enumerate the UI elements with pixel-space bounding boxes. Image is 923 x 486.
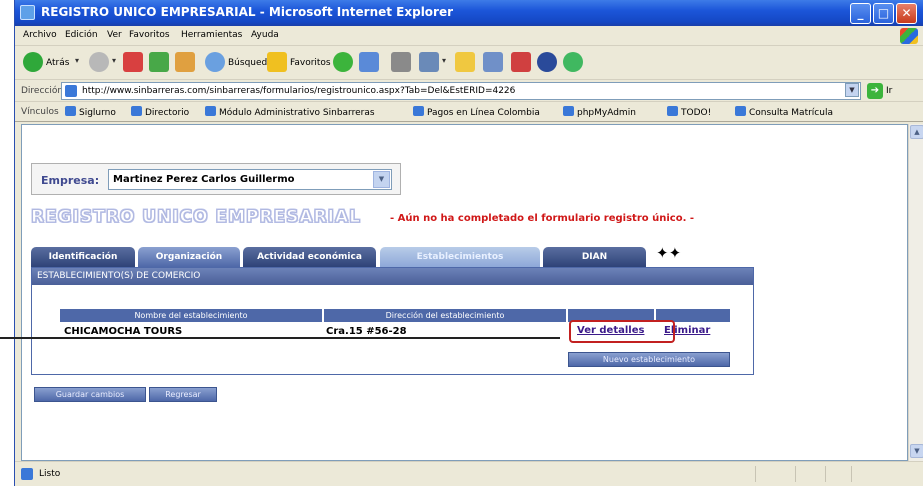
edit-icon[interactable] — [419, 52, 439, 72]
panel-title: ESTABLECIMIENTO(S) DE COMERCIO — [37, 271, 201, 281]
link-item[interactable]: Siglurno — [65, 106, 116, 118]
history-icon[interactable] — [333, 52, 353, 72]
status-divider — [755, 466, 756, 482]
close-button[interactable]: ✕ — [896, 3, 917, 24]
link-icon — [131, 106, 142, 116]
link-item[interactable]: Consulta Matrícula — [735, 106, 833, 118]
back-label[interactable]: Atrás — [46, 58, 69, 68]
menu-ayuda[interactable]: Ayuda — [251, 30, 279, 40]
page-content: Empresa: Martinez Perez Carlos Guillermo… — [21, 124, 908, 461]
windows-logo-icon — [900, 28, 918, 44]
minimize-button[interactable]: _ — [850, 3, 871, 24]
menu-ver[interactable]: Ver — [107, 30, 122, 40]
back-button[interactable]: Regresar — [149, 387, 217, 402]
window-title: REGISTRO UNICO EMPRESARIAL - Microsoft I… — [41, 5, 454, 19]
links-bar: Vínculos Siglurno Directorio Módulo Admi… — [15, 102, 923, 122]
favorites-label[interactable]: Favoritos — [290, 58, 331, 68]
browser-window: REGISTRO UNICO EMPRESARIAL - Microsoft I… — [14, 0, 923, 486]
vertical-scrollbar[interactable]: ▲ ▼ — [908, 124, 923, 461]
empresa-box: Empresa: Martinez Perez Carlos Guillermo… — [31, 163, 401, 195]
link-icon — [563, 106, 574, 116]
tab-scroll-arrows-icon[interactable]: ✦✦ — [656, 244, 681, 262]
menu-bar: Archivo Edición Ver Favoritos Herramient… — [15, 26, 923, 46]
back-arrow-icon[interactable] — [23, 52, 43, 72]
establecimientos-panel: ESTABLECIMIENTO(S) DE COMERCIO Nombre de… — [31, 267, 754, 375]
refresh-icon[interactable] — [149, 52, 169, 72]
home-icon[interactable] — [175, 52, 195, 72]
stop-icon[interactable] — [123, 52, 143, 72]
empresa-value[interactable]: Martinez Perez Carlos Guillermo — [113, 174, 295, 185]
establishment-address: Cra.15 #56-28 — [326, 326, 407, 337]
panel-header: ESTABLECIMIENTO(S) DE COMERCIO — [32, 268, 753, 285]
link-item[interactable]: Pagos en Línea Colombia — [413, 106, 540, 118]
status-divider — [795, 466, 796, 482]
forward-arrow-icon[interactable] — [89, 52, 109, 72]
go-arrow-icon[interactable]: ➔ — [867, 83, 883, 99]
status-divider — [825, 466, 826, 482]
link-item[interactable]: TODO! — [667, 106, 711, 118]
status-text: Listo — [39, 469, 61, 479]
link-icon — [65, 106, 76, 116]
tab-dian[interactable]: DIAN — [543, 247, 646, 267]
mail-icon[interactable] — [359, 52, 379, 72]
status-divider — [851, 466, 852, 482]
address-dropdown-icon[interactable]: ▼ — [845, 83, 859, 97]
back-dropdown-icon[interactable]: ▾ — [75, 56, 79, 65]
page-icon — [65, 85, 77, 97]
link-icon — [667, 106, 678, 116]
maximize-button[interactable]: □ — [873, 3, 894, 24]
tab-actividad-economica[interactable]: Actividad económica — [243, 247, 376, 267]
messenger-icon[interactable] — [483, 52, 503, 72]
empresa-select[interactable]: Martinez Perez Carlos Guillermo ▼ — [108, 169, 392, 190]
tab-establecimientos[interactable]: Establecimientos — [380, 247, 540, 267]
toolbar: Atrás ▾ ▾ Búsqueda Favoritos ▾ — [15, 46, 923, 80]
folder-icon[interactable] — [455, 52, 475, 72]
scroll-up-icon[interactable]: ▲ — [910, 125, 923, 139]
callout-line — [0, 337, 560, 339]
menu-herramientas[interactable]: Herramientas — [181, 30, 242, 40]
link-item[interactable]: phpMyAdmin — [563, 106, 636, 118]
status-bar: Listo — [15, 461, 923, 486]
link-item[interactable]: Módulo Administrativo Sinbarreras — [205, 106, 375, 118]
bluetooth-icon[interactable] — [537, 52, 557, 72]
favorites-star-icon[interactable] — [267, 52, 287, 72]
users-icon[interactable] — [563, 52, 583, 72]
title-bar: REGISTRO UNICO EMPRESARIAL - Microsoft I… — [15, 0, 923, 26]
warning-message: - Aún no ha completado el formulario reg… — [390, 213, 695, 224]
link-icon — [205, 106, 216, 116]
tab-identificacion[interactable]: Identificación — [31, 247, 135, 267]
chevron-down-icon[interactable]: ▼ — [373, 171, 390, 188]
save-changes-button[interactable]: Guardar cambios — [34, 387, 146, 402]
ie-icon — [20, 5, 35, 20]
links-label: Vínculos — [21, 107, 59, 117]
print-icon[interactable] — [391, 52, 411, 72]
empresa-label: Empresa: — [41, 174, 100, 187]
address-bar: Dirección http://www.sinbarreras.com/sin… — [15, 80, 923, 102]
link-icon — [735, 106, 746, 116]
column-header-address: Dirección del establecimiento — [324, 309, 566, 322]
menu-archivo[interactable]: Archivo — [23, 30, 57, 40]
link-icon — [413, 106, 424, 116]
go-label[interactable]: Ir — [886, 86, 892, 96]
page-title: REGISTRO UNICO EMPRESARIAL — [31, 207, 361, 228]
highlight-box — [569, 320, 675, 343]
new-establishment-button[interactable]: Nuevo establecimiento — [568, 352, 730, 367]
link-item[interactable]: Directorio — [131, 106, 189, 118]
scroll-down-icon[interactable]: ▼ — [910, 444, 923, 458]
address-url[interactable]: http://www.sinbarreras.com/sinbarreras/f… — [82, 86, 515, 96]
forward-dropdown-icon[interactable]: ▾ — [112, 56, 116, 65]
page-status-icon — [21, 468, 33, 480]
address-label: Dirección — [21, 86, 64, 96]
menu-edicion[interactable]: Edición — [65, 30, 98, 40]
research-icon[interactable] — [511, 52, 531, 72]
menu-favoritos[interactable]: Favoritos — [129, 30, 170, 40]
tab-organizacion[interactable]: Organización — [138, 247, 240, 267]
establishment-name: CHICAMOCHA TOURS — [64, 326, 183, 337]
search-icon[interactable] — [205, 52, 225, 72]
edit-dropdown-icon[interactable]: ▾ — [442, 56, 446, 65]
address-input[interactable]: http://www.sinbarreras.com/sinbarreras/f… — [61, 82, 861, 100]
column-header-name: Nombre del establecimiento — [60, 309, 322, 322]
